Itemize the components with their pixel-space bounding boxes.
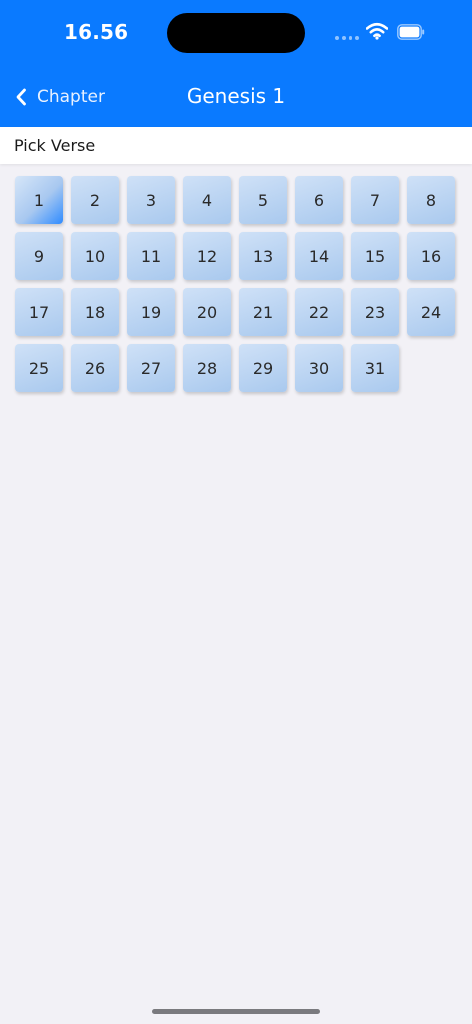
- verse-button-8[interactable]: 8: [407, 176, 455, 224]
- status-time: 16.56: [64, 20, 129, 44]
- verse-button-2[interactable]: 2: [71, 176, 119, 224]
- verse-button-30[interactable]: 30: [295, 344, 343, 392]
- section-header: Pick Verse: [0, 127, 472, 164]
- verse-button-4[interactable]: 4: [183, 176, 231, 224]
- home-indicator: [152, 1009, 320, 1014]
- verse-button-18[interactable]: 18: [71, 288, 119, 336]
- verse-button-22[interactable]: 22: [295, 288, 343, 336]
- verse-button-29[interactable]: 29: [239, 344, 287, 392]
- verse-grid: 1 2 3 4 5 6 7 8 9 10 11 12 13 14 15 16 17 18 19 20 21 22 23 24 2…: [15, 176, 463, 392]
- battery-icon: [397, 24, 425, 40]
- verse-button-1[interactable]: 1: [15, 176, 63, 224]
- dynamic-island: [167, 13, 305, 53]
- verse-button-28[interactable]: 28: [183, 344, 231, 392]
- verse-button-5[interactable]: 5: [239, 176, 287, 224]
- verse-button-21[interactable]: 21: [239, 288, 287, 336]
- section-title: Pick Verse: [14, 136, 96, 155]
- verse-button-26[interactable]: 26: [71, 344, 119, 392]
- verse-button-20[interactable]: 20: [183, 288, 231, 336]
- verse-button-12[interactable]: 12: [183, 232, 231, 280]
- verse-button-13[interactable]: 13: [239, 232, 287, 280]
- signal-icon: [335, 36, 359, 40]
- verse-button-11[interactable]: 11: [127, 232, 175, 280]
- verse-button-16[interactable]: 16: [407, 232, 455, 280]
- verse-button-27[interactable]: 27: [127, 344, 175, 392]
- verse-button-23[interactable]: 23: [351, 288, 399, 336]
- verse-button-15[interactable]: 15: [351, 232, 399, 280]
- verse-button-25[interactable]: 25: [15, 344, 63, 392]
- verse-button-14[interactable]: 14: [295, 232, 343, 280]
- verse-button-24[interactable]: 24: [407, 288, 455, 336]
- verse-button-3[interactable]: 3: [127, 176, 175, 224]
- verse-button-9[interactable]: 9: [15, 232, 63, 280]
- navigation-header: 16.56 Chapter Genesis 1: [0, 0, 472, 127]
- verse-button-31[interactable]: 31: [351, 344, 399, 392]
- wifi-icon: [366, 22, 388, 40]
- verse-button-7[interactable]: 7: [351, 176, 399, 224]
- verse-button-19[interactable]: 19: [127, 288, 175, 336]
- verse-button-6[interactable]: 6: [295, 176, 343, 224]
- verse-button-17[interactable]: 17: [15, 288, 63, 336]
- verse-button-10[interactable]: 10: [71, 232, 119, 280]
- page-title: Genesis 1: [186, 84, 286, 108]
